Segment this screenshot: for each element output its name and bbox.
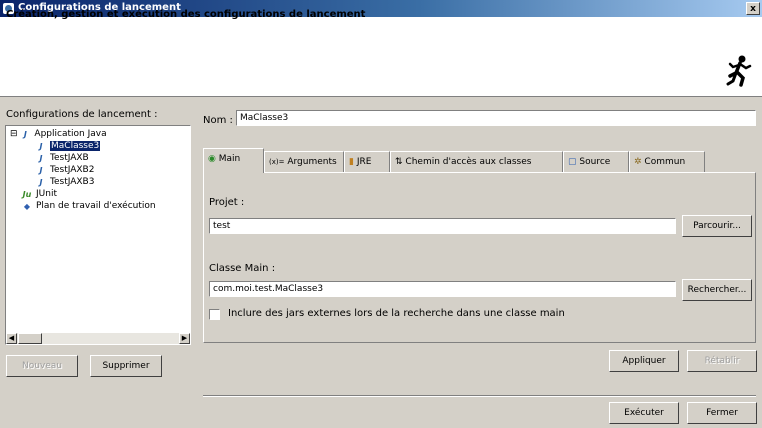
tab-source[interactable]: ▢ Source — [563, 151, 629, 173]
name-input[interactable]: MaClasse3 — [236, 110, 756, 126]
classpath-tab-icon: ⇅ — [395, 157, 403, 167]
main-tab-icon: ◉ — [208, 154, 216, 164]
tree-item-application-java[interactable]: ⊟ J Application Java — [10, 128, 107, 140]
tree-item-label: JUnit — [36, 189, 57, 199]
tab-arguments[interactable]: (x)= Arguments — [264, 151, 344, 173]
tree-item-label: MaClasse3 — [50, 141, 101, 151]
workbench-icon: ◆ — [23, 202, 31, 211]
configurations-tree[interactable]: ⊟ J Application Java J MaClasse3 J TestJAXB… — [5, 125, 191, 345]
main-class-input[interactable]: com.moi.test.MaClasse3 — [209, 281, 676, 297]
jre-tab-icon: ▮ — [349, 157, 354, 167]
tree-item-maclasse3[interactable]: J MaClasse3 — [36, 140, 101, 152]
configurations-label: Configurations de lancement : — [6, 109, 158, 120]
common-tab-icon: ✲ — [634, 157, 642, 167]
restore-button[interactable]: Rétablir — [687, 350, 757, 372]
close-button[interactable]: x — [746, 2, 760, 15]
search-button[interactable]: Rechercher... — [682, 279, 752, 301]
junit-icon: Ju — [22, 190, 32, 199]
tab-label: Arguments — [287, 157, 337, 167]
main-class-label: Classe Main : — [209, 263, 276, 274]
java-app-icon: J — [23, 130, 27, 139]
scroll-thumb[interactable] — [18, 333, 42, 344]
project-input[interactable]: test — [209, 218, 676, 234]
collapse-toggle-icon[interactable]: ⊟ — [10, 129, 18, 139]
header-banner — [0, 17, 762, 97]
tab-main[interactable]: ◉ Main — [203, 148, 264, 173]
running-man-icon — [726, 54, 752, 88]
java-class-icon: J — [39, 166, 43, 175]
tab-label: Chemin d'accès aux classes — [405, 157, 532, 167]
name-label: Nom : — [203, 115, 233, 126]
tree-item-label: TestJAXB2 — [50, 165, 95, 175]
tree-item-workbench[interactable]: ◆ Plan de travail d'exécution — [22, 200, 156, 212]
tree-item-testjaxb3[interactable]: J TestJAXB3 — [36, 176, 95, 188]
include-external-jars-label: Inclure des jars externes lors de la rec… — [228, 308, 565, 319]
tab-label: JRE — [356, 157, 372, 167]
tree-item-label: Plan de travail d'exécution — [36, 201, 156, 211]
scroll-left-icon[interactable]: ◀ — [6, 333, 17, 344]
include-external-jars-checkbox[interactable] — [209, 309, 220, 320]
tree-item-label: TestJAXB3 — [50, 177, 95, 187]
browse-button[interactable]: Parcourir... — [682, 215, 752, 237]
footer-separator — [203, 395, 756, 397]
run-button[interactable]: Exécuter — [609, 402, 679, 424]
source-tab-icon: ▢ — [568, 157, 577, 167]
new-button[interactable]: Nouveau — [6, 355, 78, 377]
tab-common[interactable]: ✲ Commun — [629, 151, 705, 173]
scroll-right-icon[interactable]: ▶ — [179, 333, 190, 344]
tree-item-testjaxb[interactable]: J TestJAXB — [36, 152, 89, 164]
arguments-tab-icon: (x)= — [269, 158, 285, 166]
tab-classpath[interactable]: ⇅ Chemin d'accès aux classes — [390, 151, 563, 173]
header-description: Création, gestion et exécution des confi… — [6, 9, 366, 20]
tab-label: Main — [218, 154, 241, 164]
tab-label: Commun — [644, 157, 686, 167]
tree-item-testjaxb2[interactable]: J TestJAXB2 — [36, 164, 95, 176]
delete-button[interactable]: Supprimer — [90, 355, 162, 377]
java-class-icon: J — [39, 154, 43, 163]
apply-button[interactable]: Appliquer — [609, 350, 679, 372]
java-class-icon: J — [39, 178, 43, 187]
tab-jre[interactable]: ▮ JRE — [344, 151, 390, 173]
tab-label: Source — [579, 157, 611, 167]
java-class-icon: J — [39, 142, 43, 151]
horizontal-scrollbar[interactable]: ◀ ▶ — [6, 333, 190, 344]
tree-item-junit[interactable]: Ju JUnit — [22, 188, 57, 200]
tree-item-label: TestJAXB — [50, 153, 89, 163]
close-dialog-button[interactable]: Fermer — [687, 402, 757, 424]
tree-item-label: Application Java — [34, 129, 107, 139]
project-label: Projet : — [209, 197, 245, 208]
